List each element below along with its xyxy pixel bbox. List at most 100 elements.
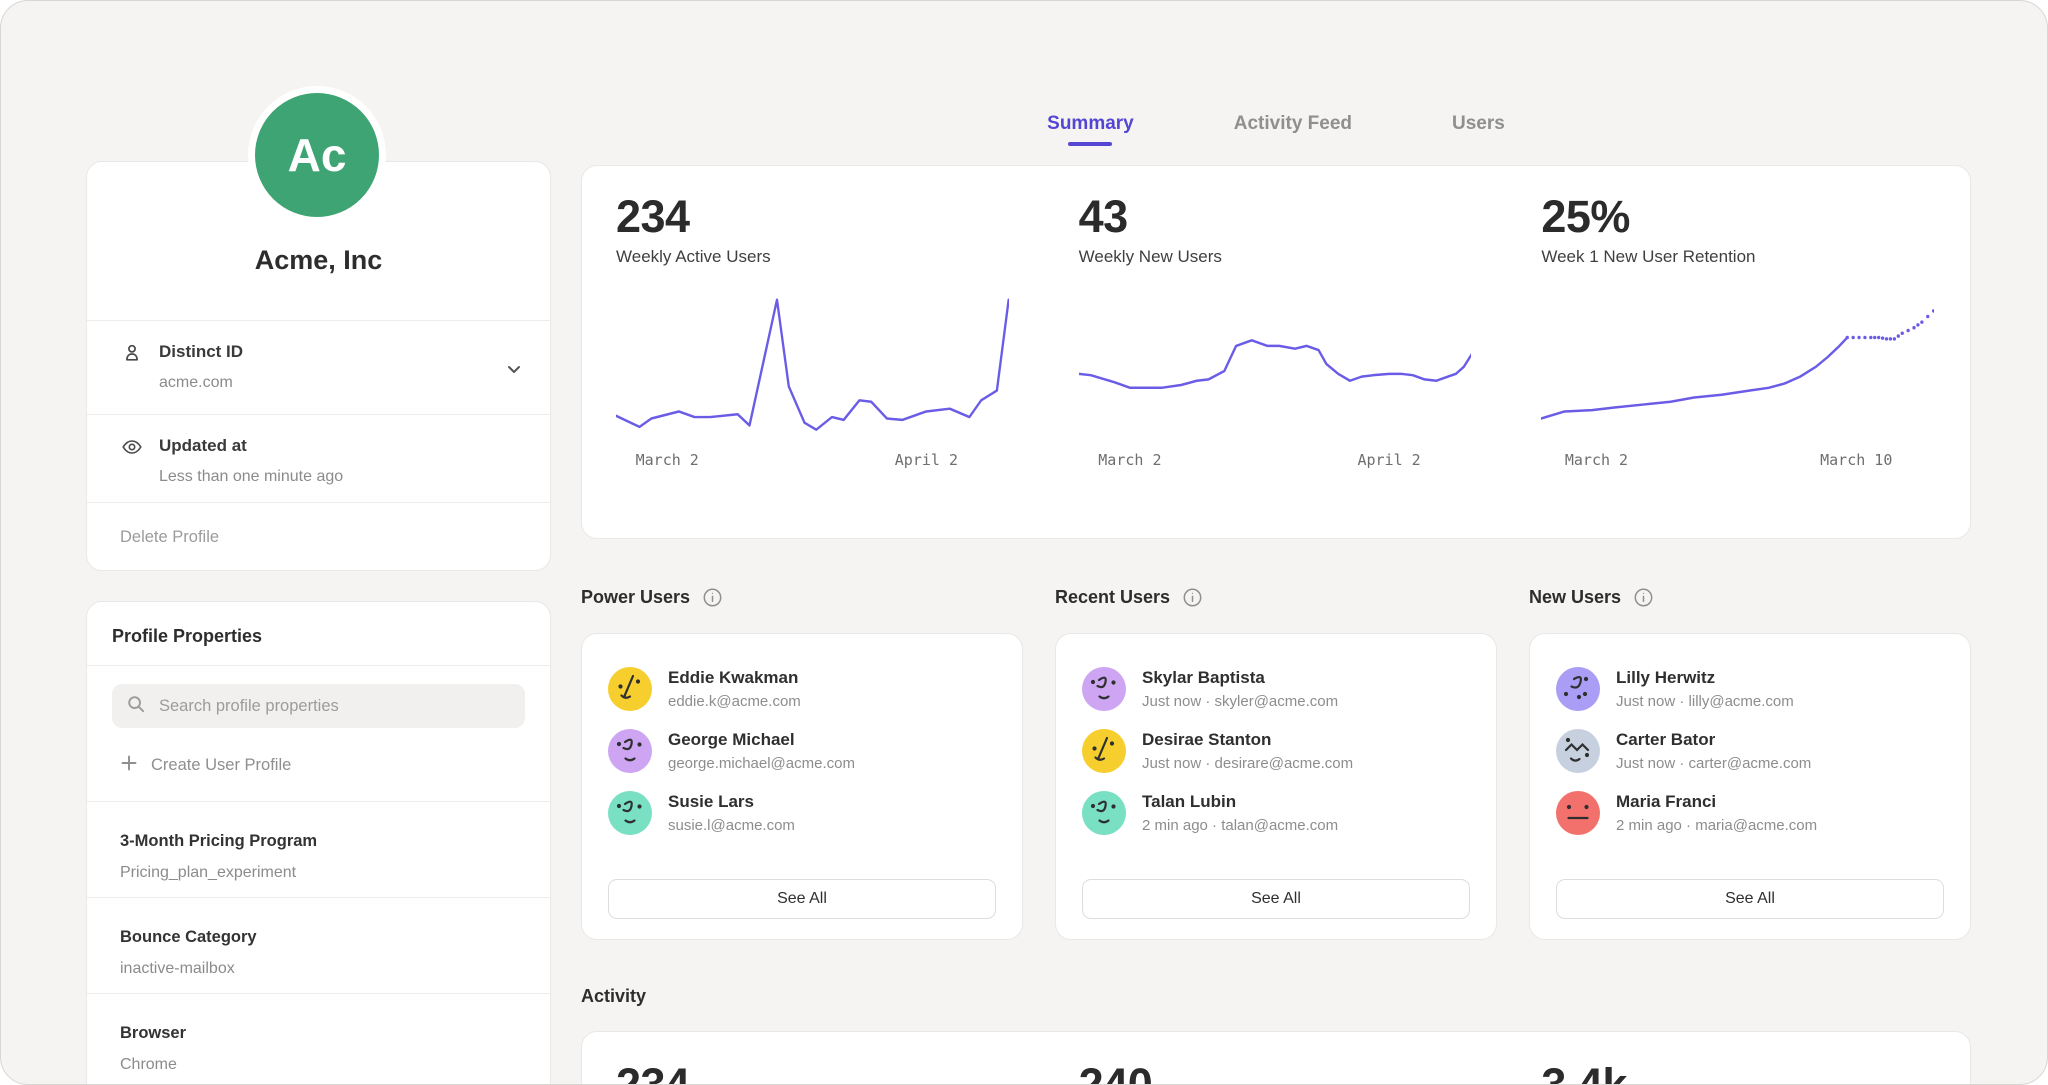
activity-stat-value: 234	[616, 1060, 1009, 1085]
see-all-button[interactable]: See All	[1082, 879, 1470, 919]
field-value: acme.com	[159, 373, 243, 393]
avatar-face-icon	[1556, 791, 1600, 835]
updated-at-row: Updated at Less than one minute ago	[87, 414, 550, 502]
new-users-card: Lilly Herwitz Just now · lilly@acme.com …	[1529, 633, 1971, 940]
user-detail: Just now · lilly@acme.com	[1616, 693, 1794, 711]
retention-stat: 25% Week 1 New User Retention March 2Mar…	[1507, 192, 1970, 538]
user-detail: Just now · carter@acme.com	[1616, 755, 1811, 773]
profile-properties-title: Profile Properties	[87, 602, 550, 665]
user-row[interactable]: Skylar Baptista Just now · skyler@acme.c…	[1082, 667, 1470, 711]
property-value: inactive-mailbox	[120, 959, 525, 979]
chevron-down-icon[interactable]	[502, 357, 526, 381]
x-axis: March 2 March 10	[1541, 451, 1934, 477]
see-all-button[interactable]: See All	[608, 879, 996, 919]
tab-summary[interactable]: Summary	[1047, 113, 1134, 146]
user-avatar	[1082, 667, 1126, 711]
search-input[interactable]	[157, 696, 511, 717]
profile-property-item: Browser Chrome	[87, 993, 550, 1085]
avatar-face-icon	[1082, 667, 1126, 711]
search-profile-properties[interactable]	[112, 684, 525, 728]
plus-icon	[120, 754, 138, 777]
activity-stat-value: 3.4k	[1541, 1060, 1934, 1085]
x-axis-label: March 2	[1565, 451, 1628, 469]
user-avatar	[1082, 729, 1126, 773]
user-name: Carter Bator	[1616, 729, 1811, 750]
power-users-section: Power Users Eddie Kwakman eddie.k@acme.c…	[581, 584, 1023, 940]
user-row[interactable]: George Michael george.michael@acme.com	[608, 729, 996, 773]
field-value: Less than one minute ago	[159, 467, 343, 487]
weekly-active-users-chart	[616, 289, 1009, 439]
info-icon[interactable]	[702, 587, 723, 608]
section-title: New Users	[1529, 587, 1621, 608]
x-axis: March 2April 2	[1079, 451, 1472, 477]
user-row[interactable]: Eddie Kwakman eddie.k@acme.com	[608, 667, 996, 711]
profile-properties-card: Profile Properties Create User Profile 3…	[86, 601, 551, 1085]
weekly-active-users-stat: 234 Weekly Active Users March 2April 2	[582, 192, 1045, 538]
field-label: Updated at	[159, 436, 247, 455]
app-window: Ac Acme, Inc Distinct ID acme.com	[0, 0, 2048, 1085]
stat-value: 43	[1079, 192, 1472, 242]
user-row[interactable]: Talan Lubin 2 min ago · talan@acme.com	[1082, 791, 1470, 835]
user-row[interactable]: Desirae Stanton Just now · desirare@acme…	[1082, 729, 1470, 773]
create-user-profile-label: Create User Profile	[151, 756, 291, 775]
user-name: Susie Lars	[668, 791, 795, 812]
stat-label: Week 1 New User Retention	[1541, 247, 1934, 267]
user-name: Skylar Baptista	[1142, 667, 1338, 688]
tab-users[interactable]: Users	[1452, 113, 1505, 146]
avatar-face-icon	[1082, 791, 1126, 835]
user-detail: 2 min ago · talan@acme.com	[1142, 817, 1338, 835]
user-row[interactable]: Lilly Herwitz Just now · lilly@acme.com	[1556, 667, 1944, 711]
company-name: Acme, Inc	[255, 245, 383, 276]
retention-chart	[1541, 289, 1934, 439]
property-label: 3-Month Pricing Program	[120, 831, 525, 851]
user-avatar	[1556, 791, 1600, 835]
user-avatar	[1556, 729, 1600, 773]
x-axis-label: March 10	[1820, 451, 1892, 469]
activity-card: 234 240 3.4k	[581, 1031, 1971, 1085]
user-row[interactable]: Carter Bator Just now · carter@acme.com	[1556, 729, 1944, 773]
profile-tabs: Summary Activity Feed Users	[581, 113, 1971, 146]
new-users-section: New Users Lilly Herwitz Just now · lilly…	[1529, 584, 1971, 940]
stat-label: Weekly Active Users	[616, 247, 1009, 267]
user-avatar	[608, 667, 652, 711]
section-title: Recent Users	[1055, 587, 1170, 608]
avatar-face-icon	[608, 791, 652, 835]
user-avatar	[608, 729, 652, 773]
info-icon[interactable]	[1182, 587, 1203, 608]
stat-value: 234	[616, 192, 1009, 242]
user-detail: Just now · desirare@acme.com	[1142, 755, 1353, 773]
avatar-face-icon	[1556, 667, 1600, 711]
see-all-button[interactable]: See All	[1556, 879, 1944, 919]
user-name: Lilly Herwitz	[1616, 667, 1794, 688]
profile-property-item: 3-Month Pricing Program Pricing_plan_exp…	[87, 801, 550, 897]
field-label: Distinct ID	[159, 342, 243, 361]
tab-activity-feed[interactable]: Activity Feed	[1234, 113, 1352, 146]
avatar-face-icon	[1082, 729, 1126, 773]
power-users-card: Eddie Kwakman eddie.k@acme.com George Mi…	[581, 633, 1023, 940]
stat-label: Weekly New Users	[1079, 247, 1472, 267]
search-icon	[126, 694, 146, 719]
weekly-new-users-chart	[1079, 289, 1472, 439]
create-user-profile-button[interactable]: Create User Profile	[112, 742, 525, 788]
distinct-id-row: Distinct ID acme.com	[87, 320, 550, 414]
user-detail: 2 min ago · maria@acme.com	[1616, 817, 1817, 835]
user-row[interactable]: Susie Lars susie.l@acme.com	[608, 791, 996, 835]
user-detail: Just now · skyler@acme.com	[1142, 693, 1338, 711]
property-value: Pricing_plan_experiment	[120, 863, 525, 883]
user-name: George Michael	[668, 729, 855, 750]
avatar-face-icon	[608, 667, 652, 711]
user-name: Eddie Kwakman	[668, 667, 801, 688]
person-icon	[121, 342, 143, 364]
avatar-face-icon	[1556, 729, 1600, 773]
recent-users-section: Recent Users Skylar Baptista Just now · …	[1055, 584, 1497, 940]
weekly-new-users-stat: 43 Weekly New Users March 2April 2	[1045, 192, 1508, 538]
activity-stat-value: 240	[1079, 1060, 1472, 1085]
user-avatar	[608, 791, 652, 835]
user-row[interactable]: Maria Franci 2 min ago · maria@acme.com	[1556, 791, 1944, 835]
user-detail: susie.l@acme.com	[668, 817, 795, 835]
info-icon[interactable]	[1633, 587, 1654, 608]
avatar-face-icon	[608, 729, 652, 773]
delete-profile-button[interactable]: Delete Profile	[87, 502, 550, 571]
user-name: Talan Lubin	[1142, 791, 1338, 812]
user-avatar	[1556, 667, 1600, 711]
